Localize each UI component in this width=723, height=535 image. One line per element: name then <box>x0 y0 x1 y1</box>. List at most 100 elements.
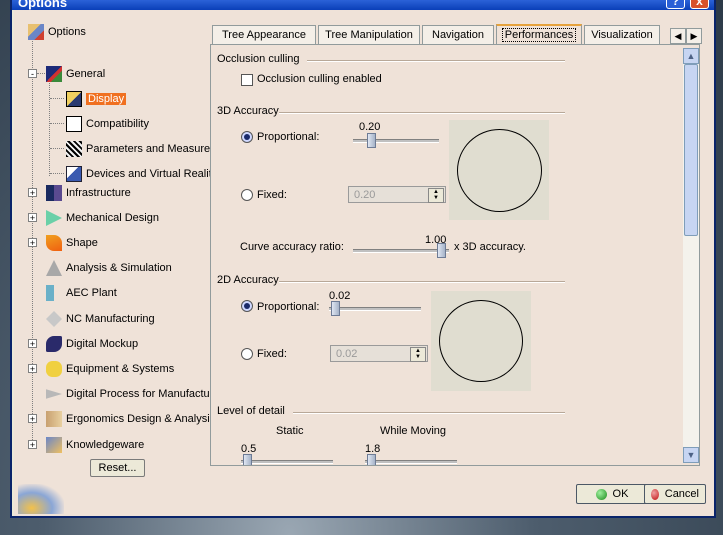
tab-performances-label: Performances <box>501 28 577 42</box>
expander-knowledgeware[interactable]: + <box>28 440 37 450</box>
lod-static-slider-track[interactable] <box>241 460 333 464</box>
tree-item-aec-plant[interactable]: AEC Plant <box>46 284 117 302</box>
tree-item-ergonomics[interactable]: Ergonomics Design & Analysis <box>46 410 215 428</box>
tab-scroll-left-icon[interactable]: ◀ <box>670 28 686 44</box>
expander-digital-mockup[interactable]: + <box>28 339 37 349</box>
expander-mechanical[interactable]: + <box>28 213 37 223</box>
lod-static-slider-thumb[interactable] <box>243 454 252 465</box>
tree-item-digital-process[interactable]: Digital Process for Manufactur <box>46 385 213 403</box>
tree-item-display[interactable]: Display <box>66 90 127 108</box>
tree-root-label: Options <box>48 26 86 38</box>
tree-item-digital-mockup[interactable]: Digital Mockup <box>46 335 138 353</box>
spinner-value: 0.02 <box>336 348 358 360</box>
ergonomics-icon <box>46 411 62 427</box>
accuracy-3d-fixed-label: Fixed: <box>257 189 287 201</box>
reset-button[interactable]: Reset... <box>90 459 145 477</box>
tree-item-label: Knowledgeware <box>66 439 145 451</box>
scroll-down-icon[interactable]: ▼ <box>683 447 699 463</box>
tree-item-label: Mechanical Design <box>66 212 159 224</box>
tree-item-analysis[interactable]: Analysis & Simulation <box>46 259 172 277</box>
accuracy-2d-slider-track[interactable] <box>329 307 421 311</box>
section-divider <box>307 60 565 62</box>
curve-accuracy-slider-track[interactable] <box>353 249 449 253</box>
tree-item-compatibility[interactable]: Compatibility <box>66 115 149 133</box>
expander-ergonomics[interactable]: + <box>28 414 37 424</box>
accuracy-2d-proportional-label: Proportional: <box>257 301 320 313</box>
tree-connector <box>50 98 64 99</box>
tree-root[interactable]: Options <box>28 23 86 41</box>
curve-accuracy-slider-thumb[interactable] <box>437 243 446 258</box>
accuracy-2d-slider-thumb[interactable] <box>331 301 340 316</box>
tree-item-knowledgeware[interactable]: Knowledgeware <box>46 436 144 454</box>
preview-circle <box>439 300 523 382</box>
options-icon <box>28 24 44 40</box>
accuracy-2d-fixed-spinner[interactable]: 0.02 ▲ ▼ <box>330 345 428 362</box>
tree-item-label: Shape <box>66 237 98 249</box>
tree-item-equipment[interactable]: Equipment & Systems <box>46 360 174 378</box>
accuracy-3d-proportional-label: Proportional: <box>257 131 320 143</box>
tree-item-label: NC Manufacturing <box>66 313 155 325</box>
tree-item-parameters[interactable]: Parameters and Measure <box>66 140 210 158</box>
tab-tree-manipulation[interactable]: Tree Manipulation <box>318 25 420 44</box>
accuracy-3d-proportional-radio[interactable] <box>241 131 253 143</box>
analysis-icon <box>46 260 62 276</box>
tree-item-label: Devices and Virtual Reality <box>86 168 218 180</box>
expander-general[interactable]: - <box>28 69 37 79</box>
ok-button[interactable]: OK <box>576 484 648 504</box>
spinner-buttons[interactable]: ▲ ▼ <box>410 347 426 362</box>
general-icon <box>46 66 62 82</box>
tab-scroll-right-icon[interactable]: ▶ <box>686 28 702 44</box>
accuracy-3d-slider-thumb[interactable] <box>367 133 376 148</box>
options-tree: Options - General Display Compatibility <box>22 20 217 460</box>
tree-item-general[interactable]: General <box>46 65 105 83</box>
nc-manufacturing-icon <box>46 311 62 327</box>
window-title: Options <box>18 0 68 10</box>
scroll-thumb[interactable] <box>684 64 698 236</box>
tree-item-devices[interactable]: Devices and Virtual Reality <box>66 165 217 183</box>
tab-tree-appearance[interactable]: Tree Appearance <box>212 25 316 44</box>
accuracy-3d-fixed-spinner[interactable]: 0.20 ▲ ▼ <box>348 186 446 203</box>
close-button[interactable]: x <box>690 0 709 9</box>
tree-item-nc-manufacturing[interactable]: NC Manufacturing <box>46 310 155 328</box>
title-bar[interactable]: Options ? x <box>12 0 714 10</box>
spinner-buttons[interactable]: ▲ ▼ <box>428 188 444 203</box>
lod-moving-slider-thumb[interactable] <box>367 454 376 465</box>
section-divider <box>293 412 565 414</box>
accuracy-2d-proportional-radio[interactable] <box>241 300 253 312</box>
accuracy-3d-slider-track[interactable] <box>353 139 439 143</box>
cancel-button[interactable]: Cancel <box>644 484 706 504</box>
preview-circle <box>457 129 542 212</box>
expander-shape[interactable]: + <box>28 238 37 248</box>
expander-infrastructure[interactable]: + <box>28 188 37 198</box>
tree-item-infrastructure[interactable]: Infrastructure <box>46 184 131 202</box>
occlusion-section-title: Occlusion culling <box>217 53 300 65</box>
occlusion-checkbox-label: Occlusion culling enabled <box>257 73 382 85</box>
parameters-icon <box>66 141 82 157</box>
tree-connector <box>50 148 64 149</box>
tab-performances[interactable]: Performances <box>496 24 582 45</box>
accuracy-3d-fixed-radio[interactable] <box>241 189 253 201</box>
tree-item-label: Parameters and Measure <box>86 143 211 155</box>
help-button[interactable]: ? <box>666 0 685 9</box>
tree-item-label: Display <box>86 93 127 105</box>
accuracy-2d-fixed-label: Fixed: <box>257 348 287 360</box>
tree-item-shape[interactable]: Shape <box>46 234 98 252</box>
options-dialog: Options ? x Options - General Display Co… <box>10 0 716 518</box>
tree-item-label: Compatibility <box>86 118 149 130</box>
curve-accuracy-suffix: x 3D accuracy. <box>454 241 526 253</box>
catia-logo <box>18 484 64 514</box>
tab-visualization[interactable]: Visualization <box>584 25 660 44</box>
lod-moving-label: While Moving <box>380 425 447 437</box>
expander-equipment[interactable]: + <box>28 364 37 374</box>
accuracy-3d-proportional-value: 0.20 <box>359 121 381 133</box>
scroll-up-icon[interactable]: ▲ <box>683 48 699 64</box>
tree-item-label: Digital Process for Manufactur <box>66 388 214 400</box>
lod-moving-slider-track[interactable] <box>365 460 457 464</box>
tree-item-label: AEC Plant <box>66 287 117 299</box>
tree-item-label: General <box>66 68 106 80</box>
occlusion-checkbox[interactable] <box>241 74 253 86</box>
tab-navigation[interactable]: Navigation <box>422 25 494 44</box>
panel-scrollbar[interactable]: ▲ ▼ <box>683 48 699 463</box>
accuracy-2d-fixed-radio[interactable] <box>241 348 253 360</box>
tree-item-mechanical[interactable]: Mechanical Design <box>46 209 159 227</box>
